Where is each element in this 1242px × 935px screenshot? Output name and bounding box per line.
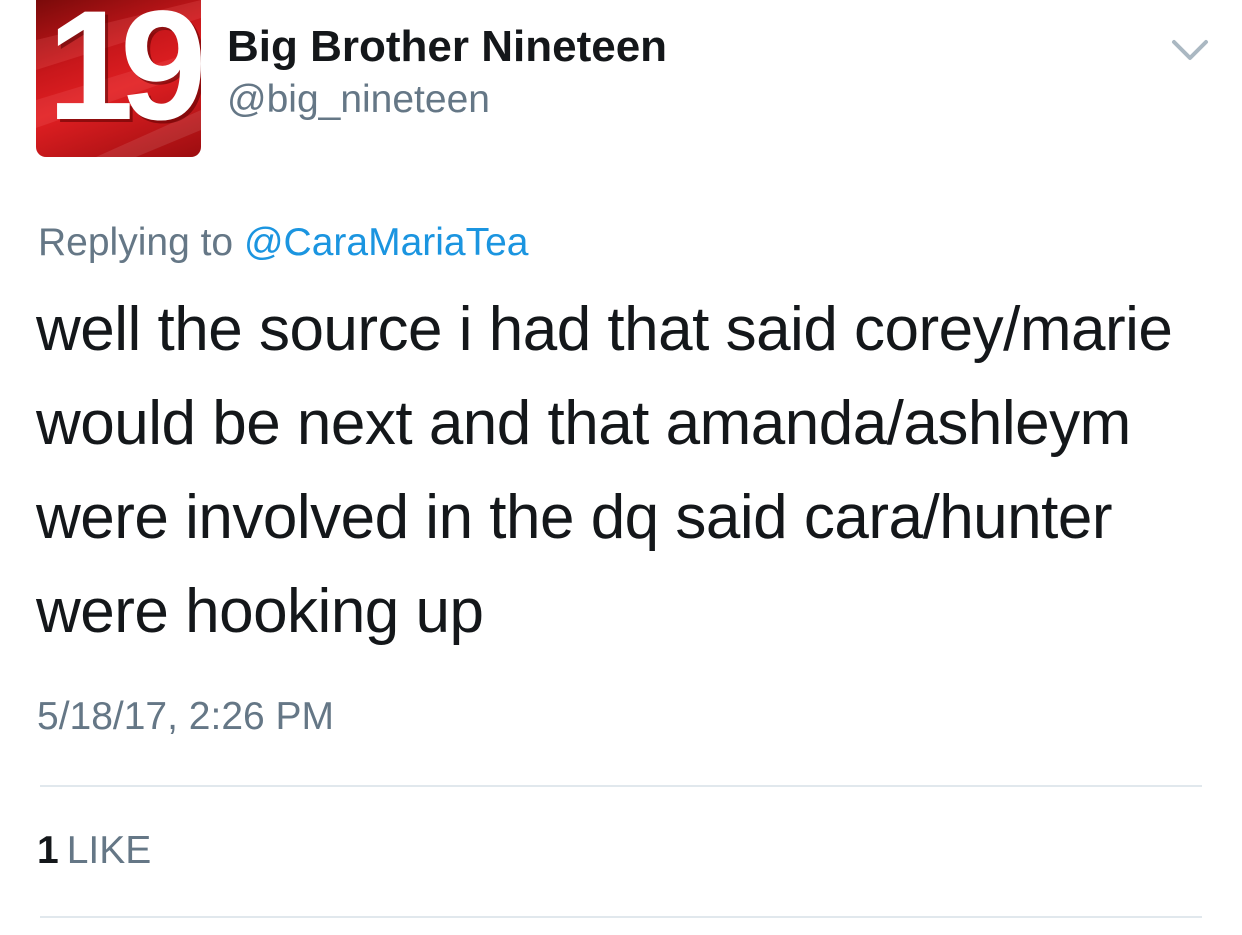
avatar-number: 19 [47, 0, 201, 153]
display-name[interactable]: Big Brother Nineteen [227, 20, 667, 74]
user-handle[interactable]: @big_nineteen [227, 76, 490, 124]
tweet-detail: 19 Big Brother Nineteen @big_nineteen Re… [0, 0, 1242, 935]
tweet-timestamp: 5/18/17, 2:26 PM [37, 695, 335, 738]
likes-count-link[interactable]: 1 LIKE [37, 826, 151, 876]
likes-count: 1 [37, 829, 59, 872]
tweet-text-line: were involved in the dq said cara/hunter [36, 483, 1113, 552]
replying-to-label: Replying to [38, 221, 234, 264]
tweet-text-line: well the source i had that said corey/ma… [36, 295, 1173, 364]
reply-mention-link[interactable]: @CaraMariaTea [244, 221, 529, 264]
divider [40, 785, 1202, 787]
tweet-text: well the source i had that said corey/ma… [36, 283, 1226, 659]
avatar[interactable]: 19 [36, 0, 201, 157]
replying-to: Replying to @CaraMariaTea [38, 218, 529, 268]
divider [40, 916, 1202, 918]
tweet-text-line: were hooking up [36, 577, 484, 646]
tweet-text-line: would be next and that amanda/ashleym [36, 389, 1131, 458]
chevron-down-icon[interactable] [1170, 36, 1210, 64]
likes-label: LIKE [66, 829, 152, 872]
